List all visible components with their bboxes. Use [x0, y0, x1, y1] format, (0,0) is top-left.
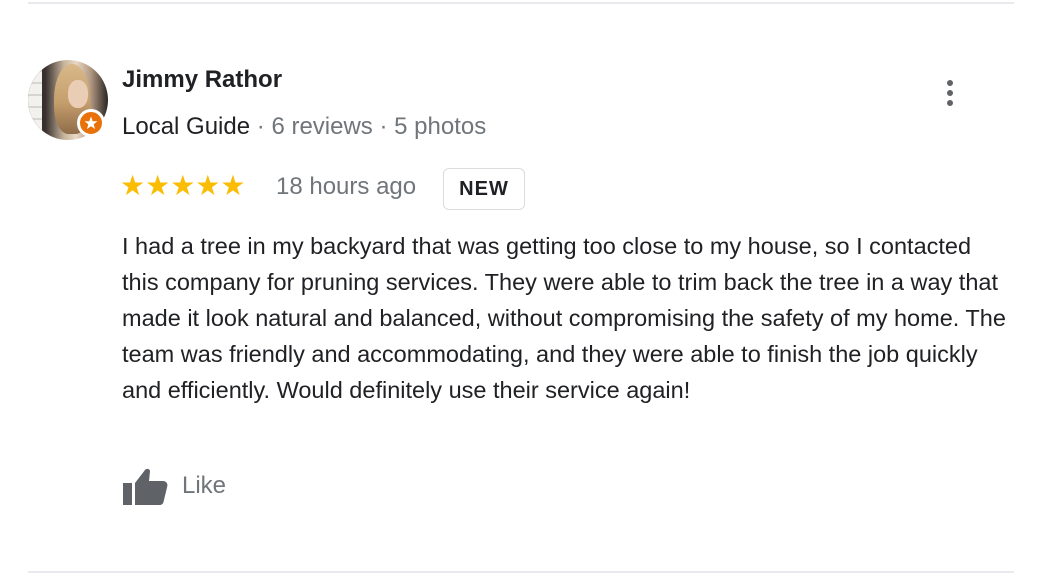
photo-count: 5 photos	[394, 113, 487, 140]
thumbs-up-icon	[123, 468, 168, 505]
reviewer-meta[interactable]: Local Guide · 6 reviews · 5 photos	[122, 113, 486, 141]
top-divider	[28, 2, 1014, 4]
more-options-button[interactable]	[938, 78, 962, 108]
review-count: 6 reviews	[271, 113, 373, 140]
more-vert-icon	[947, 80, 953, 86]
avatar-background	[28, 60, 42, 140]
review-text: I had a tree in my backyard that was get…	[122, 233, 1006, 403]
meta-separator: ·	[379, 113, 388, 140]
bottom-divider	[28, 571, 1014, 573]
like-label: Like	[182, 472, 227, 499]
meta-separator: ·	[256, 113, 265, 140]
local-guide-label: Local Guide	[122, 113, 251, 140]
avatar-face	[68, 80, 88, 108]
review-time: 18 hours ago	[276, 173, 417, 200]
new-badge: NEW	[443, 168, 525, 210]
like-button[interactable]: Like	[122, 464, 226, 508]
local-guide-badge-icon	[77, 109, 105, 137]
reviewer-name[interactable]: Jimmy Rathor	[122, 66, 282, 94]
star-rating: ★★★★★	[120, 170, 246, 201]
star-badge-icon	[84, 116, 98, 129]
